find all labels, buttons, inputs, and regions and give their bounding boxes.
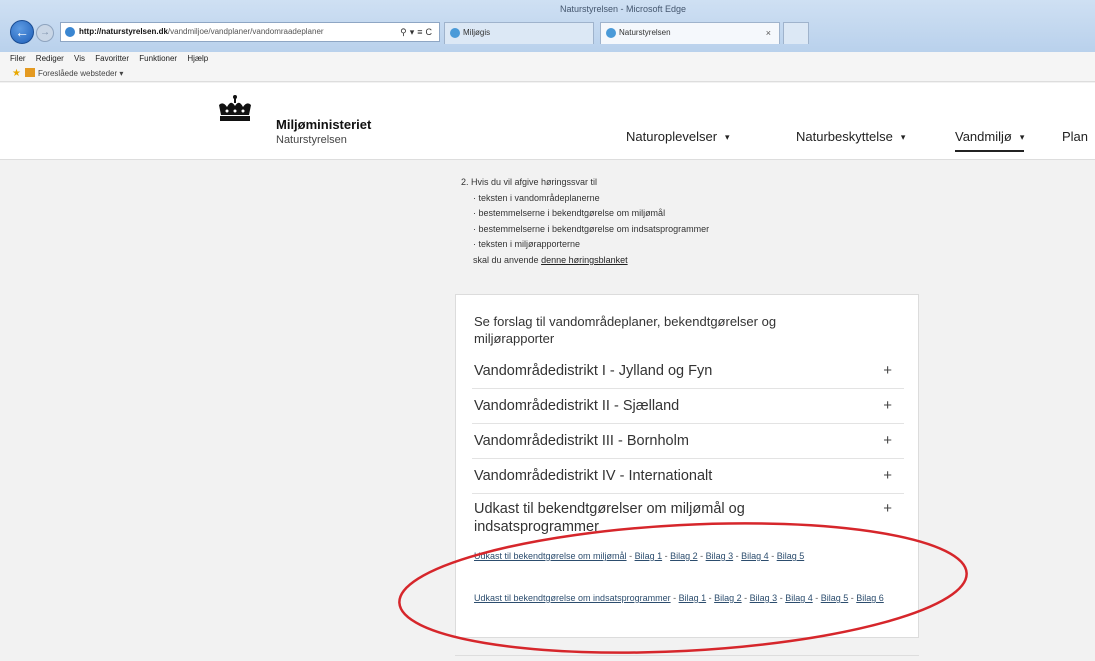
page-divider [455, 655, 919, 656]
menu-item-filer[interactable]: Filer [10, 54, 26, 63]
nav-label: Naturoplevelser [626, 129, 718, 144]
hearing-form-link[interactable]: denne høringsblanket [541, 255, 628, 265]
address-bar[interactable]: http://naturstyrelsen.dk/vandmiljoe/vand… [60, 22, 440, 42]
tab-favicon-icon [450, 28, 460, 38]
hearing-instructions: 2. Hvis du vil afgive høringssvar til · … [461, 175, 709, 269]
plus-icon[interactable]: + [883, 500, 892, 517]
tab-label: Miljøgis [463, 28, 491, 37]
tab-favicon-icon [606, 28, 616, 38]
menu-item-favoritter[interactable]: Favoritter [95, 54, 129, 63]
draft-action-programme-link[interactable]: Udkast til bekendtgørelse om indsatsprog… [474, 593, 671, 603]
draft-environmental-goals-link[interactable]: Udkast til bekendtgørelse om miljømål [474, 551, 627, 561]
proposals-card: Se forslag til vandområdeplaner, bekendt… [455, 294, 919, 638]
instruction-lead: 2. Hvis du vil afgive høringssvar til [461, 177, 598, 187]
plus-icon[interactable]: + [883, 397, 892, 414]
chevron-down-icon: ▾ [725, 132, 730, 142]
accordion-label: Vandområdedistrikt II - Sjælland [474, 398, 680, 414]
window-title: Naturstyrelsen - Microsoft Edge [560, 4, 687, 14]
link-separator: - [733, 551, 742, 561]
new-tab-button[interactable] [783, 22, 809, 44]
back-button[interactable]: ← [10, 20, 34, 44]
annex-link[interactable]: Bilag 3 [706, 551, 734, 561]
suggested-sites-link[interactable]: Foreslåede websteder ▾ [38, 69, 123, 78]
link-separator: - [777, 593, 786, 603]
menu-item-rediger[interactable]: Rediger [36, 54, 64, 63]
annex-link[interactable]: Bilag 2 [670, 551, 698, 561]
nav-label: Plan [1062, 129, 1089, 144]
instruction-closing: skal du anvende denne høringsblanket [461, 253, 709, 269]
accordion-district-4[interactable]: Vandområdedistrikt IV - Internationalt + [472, 459, 904, 494]
address-host: http://naturstyrelsen.dk [79, 27, 168, 36]
plus-icon[interactable]: + [883, 467, 892, 484]
menu-item-hjaelp[interactable]: Hjælp [187, 54, 208, 63]
accordion-label: Vandområdedistrikt IV - Internationalt [474, 468, 713, 484]
link-separator: - [706, 593, 715, 603]
menu-item-funktioner[interactable]: Funktioner [139, 54, 177, 63]
chevron-down-icon: ▾ [900, 132, 906, 142]
browser-titlebar: Naturstyrelsen - Microsoft Edge ← → http… [0, 0, 1095, 52]
annex-link[interactable]: Bilag 2 [714, 593, 742, 603]
browser-nav-row: ← → http://naturstyrelsen.dk/vandmiljoe/… [0, 18, 1095, 46]
crown-logo-icon[interactable] [215, 93, 255, 123]
annex-link[interactable]: Bilag 4 [741, 551, 769, 561]
link-separator: - [626, 551, 635, 561]
link-separator: - [697, 551, 706, 561]
annex-link[interactable]: Bilag 6 [856, 593, 884, 603]
favorites-bar: ★ Foreslåede websteder ▾ [0, 66, 1095, 82]
nav-label: Naturbeskyttelse [796, 129, 893, 144]
annex-link[interactable]: Bilag 1 [635, 551, 663, 561]
action-programme-links: Udkast til bekendtgørelse om indsatsprog… [474, 591, 894, 606]
accordion-district-3[interactable]: Vandområdedistrikt III - Bornholm + [472, 424, 904, 459]
nav-naturoplevelser[interactable]: Naturoplevelser ▾ [626, 129, 730, 144]
menu-bar: Filer Rediger Vis Favoritter Funktioner … [0, 52, 1095, 66]
nav-label: Vandmiljø [955, 129, 1012, 144]
main-navigation: Naturoplevelser ▾ Naturbeskyttelse ▾ Vandm… [0, 129, 1095, 152]
annex-link[interactable]: Bilag 4 [785, 593, 813, 603]
accordion-label: Vandområdedistrikt III - Bornholm [474, 433, 689, 449]
annex-link[interactable]: Bilag 5 [777, 551, 805, 561]
plus-icon[interactable]: + [883, 362, 892, 379]
link-separator: - [741, 593, 750, 603]
environmental-goals-links: Udkast til bekendtgørelse om miljømål - … [474, 549, 894, 564]
card-title: Se forslag til vandområdeplaner, bekendt… [474, 314, 777, 346]
link-separator: - [670, 593, 679, 603]
instruction-item: · teksten i miljørapporterne [473, 239, 581, 250]
plus-icon[interactable]: + [883, 432, 892, 449]
instruction-item: · teksten i vandområdeplanerne [473, 192, 600, 203]
nav-vandmiljo[interactable]: Vandmiljø ▾ [955, 129, 1025, 152]
chevron-down-icon: ▾ [1019, 132, 1025, 142]
accordion-district-2[interactable]: Vandområdedistrikt II - Sjælland + [472, 389, 904, 424]
instruction-item: · bestemmelserne i bekendtgørelse om ind… [473, 223, 710, 234]
address-path: /vandmiljoe/vandplaner/vandomraadeplaner [167, 27, 324, 36]
accordion-label: Vandområdedistrikt I - Jylland og Fyn [474, 363, 713, 379]
link-separator: - [662, 551, 671, 561]
tab-close-icon[interactable]: × [766, 23, 771, 43]
link-separator: - [812, 593, 821, 603]
favorites-star-icon[interactable]: ★ [12, 68, 21, 79]
annex-link[interactable]: Bilag 1 [679, 593, 707, 603]
tab-miljogis[interactable]: Miljøgis [444, 22, 594, 44]
forward-button[interactable]: → [36, 24, 54, 42]
tab-label: Naturstyrelsen [619, 28, 671, 37]
address-controls[interactable]: ⚲▾≡C [400, 23, 435, 41]
accordion-label: Udkast til bekendtgørelser om miljømål o… [474, 501, 745, 535]
closing-text: skal du anvende [473, 254, 542, 265]
link-separator: - [768, 551, 777, 561]
annex-link[interactable]: Bilag 5 [821, 593, 849, 603]
accordion-district-1[interactable]: Vandområdedistrikt I - Jylland og Fyn + [472, 353, 904, 389]
suggested-sites-icon [24, 68, 35, 77]
instruction-item: · bestemmelserne i bekendtgørelse om mil… [473, 208, 666, 219]
annex-link[interactable]: Bilag 3 [750, 593, 778, 603]
site-header: Miljøministeriet Naturstyrelsen Naturopl… [0, 83, 1095, 160]
menu-item-vis[interactable]: Vis [74, 54, 85, 63]
site-favicon-icon [65, 27, 75, 37]
nav-naturbeskyttelse[interactable]: Naturbeskyttelse ▾ [796, 129, 905, 144]
tab-naturstyrelsen[interactable]: Naturstyrelsen × [600, 22, 780, 44]
nav-plan[interactable]: Plan [1062, 129, 1088, 144]
